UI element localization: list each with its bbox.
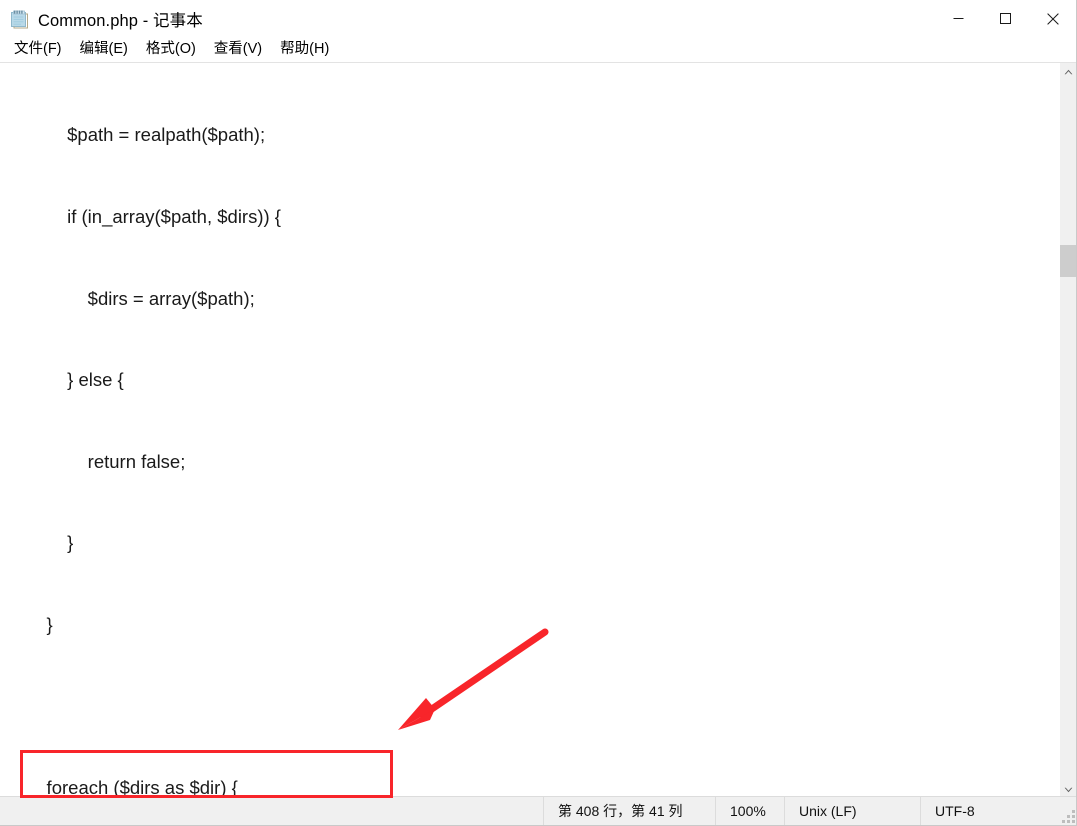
resize-grip-icon[interactable] <box>1060 797 1076 825</box>
menu-item-file[interactable]: 文件(F) <box>5 38 71 61</box>
vertical-scrollbar[interactable] <box>1059 63 1076 798</box>
notepad-window: Common.php - 记事本 文件(F) 编辑(E) 格式(O) 查看(V)… <box>0 0 1077 826</box>
status-encoding[interactable]: UTF-8 <box>920 797 1060 825</box>
menu-item-view[interactable]: 查看(V) <box>205 38 271 61</box>
status-bar-spacer <box>0 797 543 825</box>
code-line: $path = realpath($path); <box>26 124 266 146</box>
notepad-icon <box>8 8 30 30</box>
menu-item-format[interactable]: 格式(O) <box>137 38 205 61</box>
menu-item-edit[interactable]: 编辑(E) <box>71 38 137 61</box>
editor-area: $path = realpath($path); if (in_array($p… <box>0 62 1076 798</box>
status-zoom-level[interactable]: 100% <box>715 797 784 825</box>
maximize-icon <box>1000 13 1011 24</box>
status-bar: 第 408 行，第 41 列 100% Unix (LF) UTF-8 <box>0 796 1076 825</box>
close-button[interactable] <box>1029 0 1076 37</box>
status-line-ending[interactable]: Unix (LF) <box>784 797 920 825</box>
close-icon <box>1046 12 1059 25</box>
title-bar[interactable]: Common.php - 记事本 <box>0 0 1076 37</box>
text-editor[interactable]: $path = realpath($path); if (in_array($p… <box>0 63 1059 798</box>
code-line: $dirs = array($path); <box>26 287 255 309</box>
menu-bar: 文件(F) 编辑(E) 格式(O) 查看(V) 帮助(H) <box>0 37 1076 62</box>
scroll-up-arrow-icon[interactable] <box>1060 63 1076 80</box>
status-cursor-position: 第 408 行，第 41 列 <box>543 797 715 825</box>
menu-item-help[interactable]: 帮助(H) <box>271 38 338 61</box>
scrollbar-thumb[interactable] <box>1060 245 1076 277</box>
minimize-icon <box>953 18 964 19</box>
code-line: return false; <box>26 450 186 472</box>
code-line: foreach ($dirs as $dir) { <box>26 777 238 798</box>
code-line: } <box>26 532 74 554</box>
code-line: } <box>26 613 53 635</box>
code-text[interactable]: $path = realpath($path); if (in_array($p… <box>0 63 1059 798</box>
window-title: Common.php - 记事本 <box>38 11 203 30</box>
code-line: } else { <box>26 369 124 391</box>
maximize-button[interactable] <box>982 0 1029 37</box>
code-line: if (in_array($path, $dirs)) { <box>26 206 281 227</box>
minimize-button[interactable] <box>935 0 982 37</box>
window-controls <box>935 0 1076 37</box>
